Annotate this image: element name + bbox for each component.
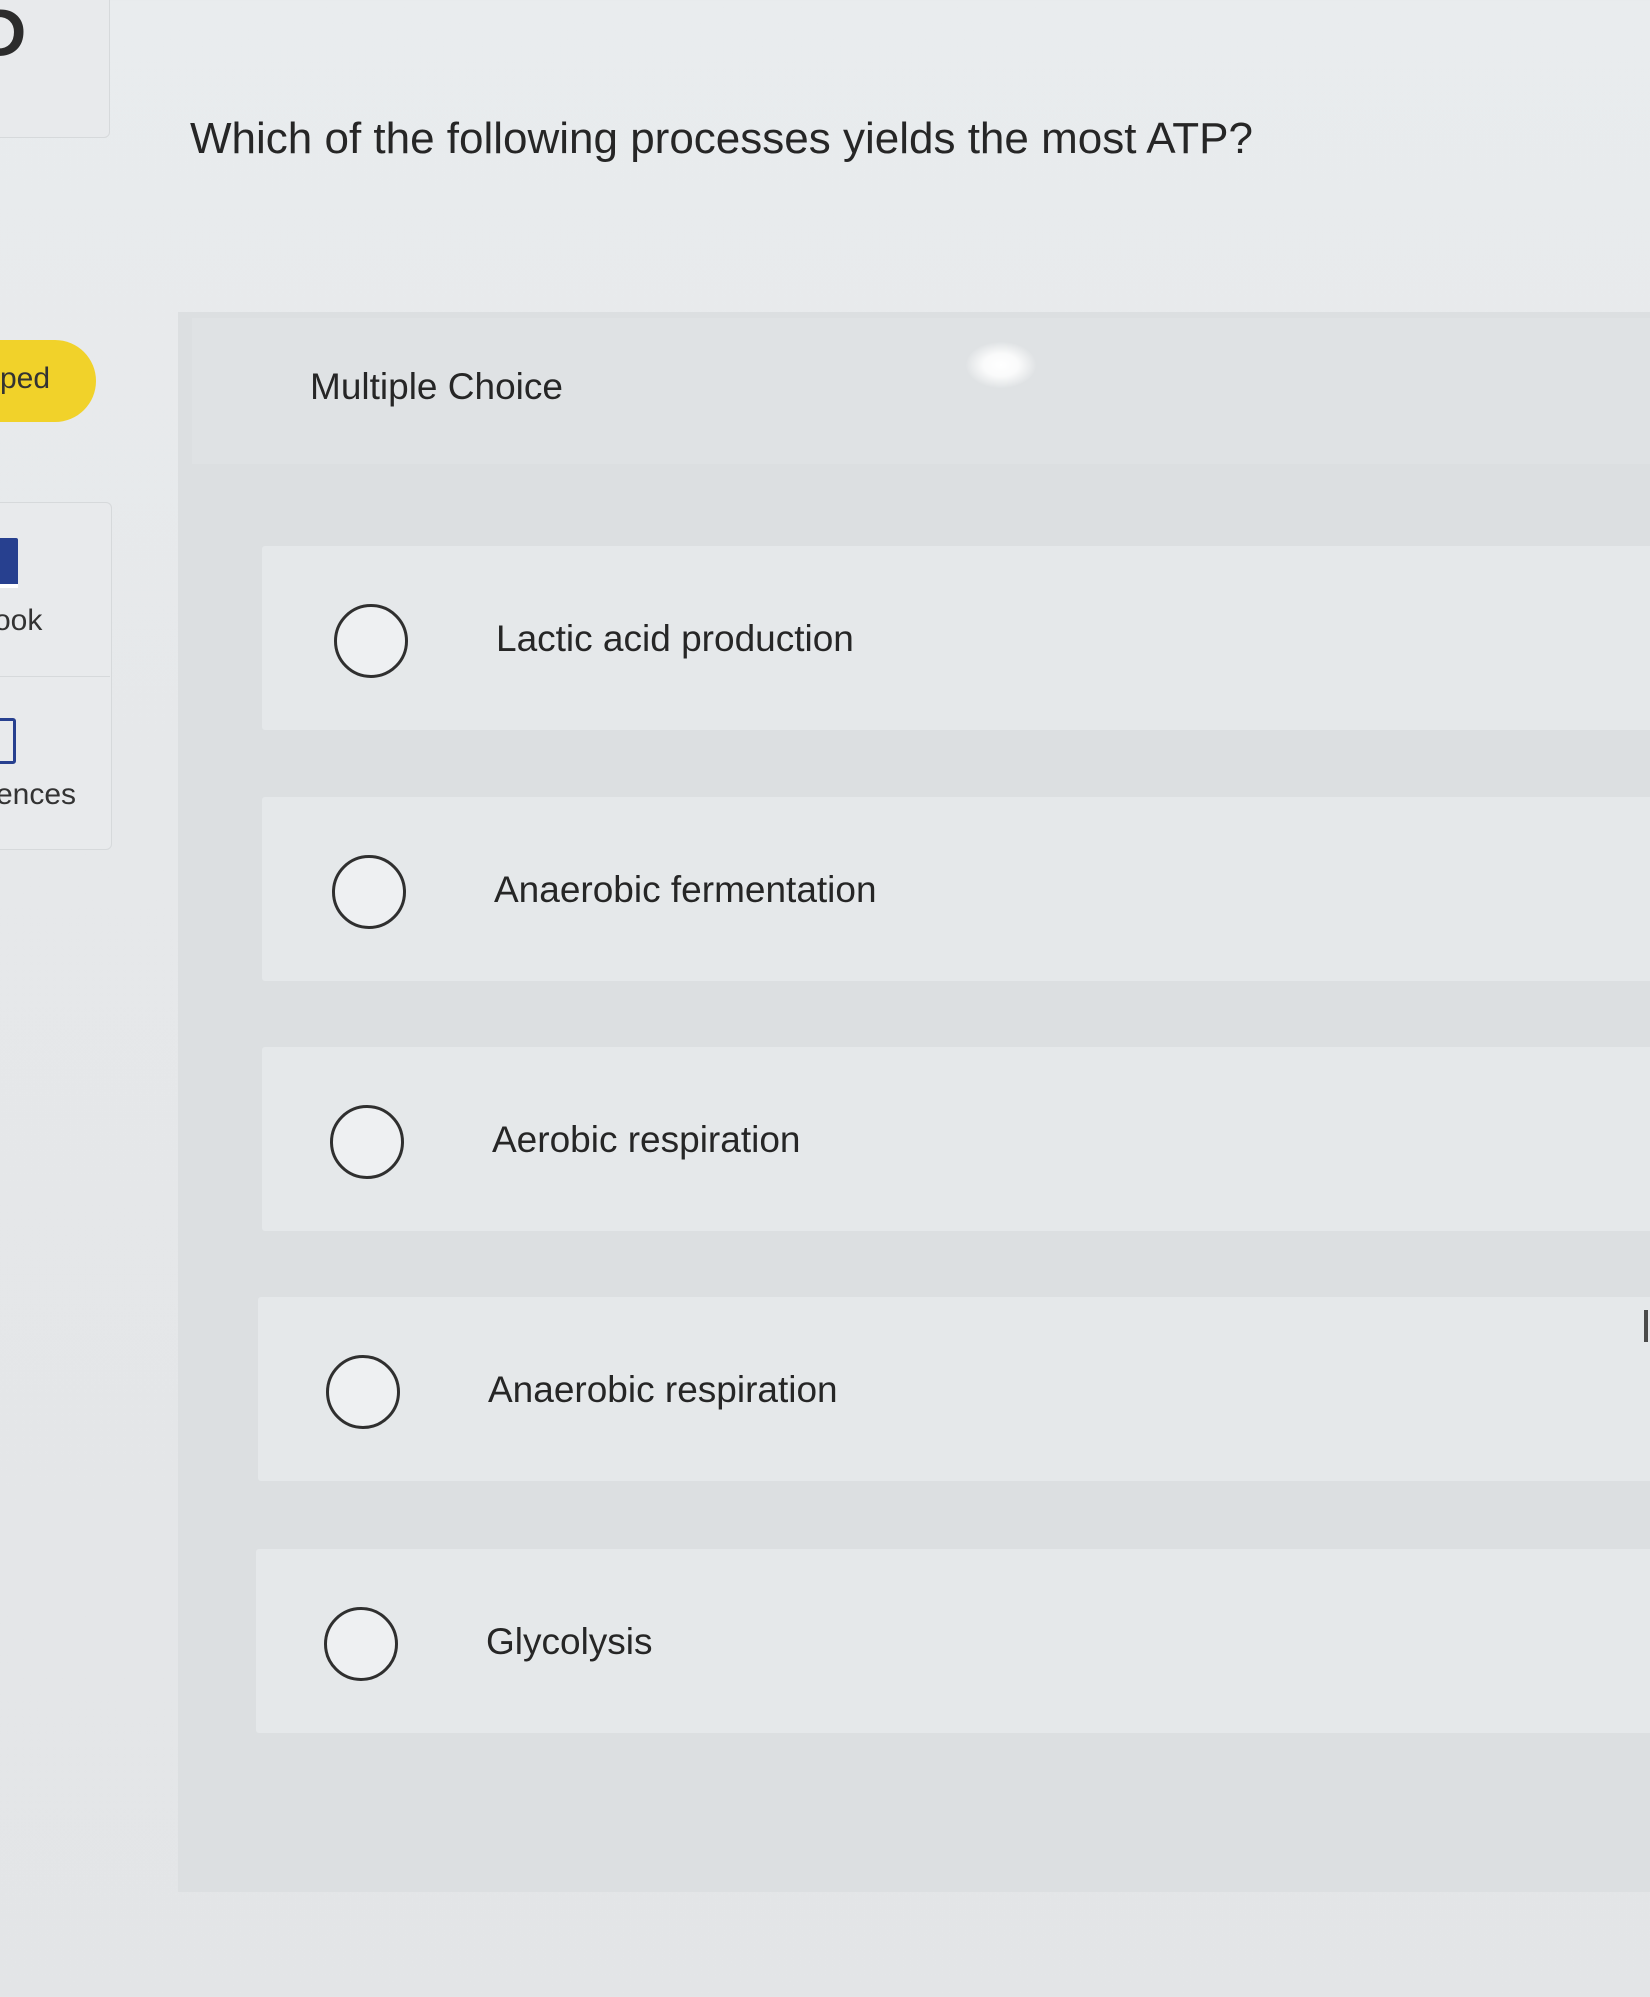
answer-option-label[interactable]: Anaerobic fermentation [494,869,877,911]
references-button-label[interactable]: ences [0,778,76,812]
answer-option[interactable]: Anaerobic fermentation [262,797,1650,981]
answer-option[interactable]: Glycolysis [256,1549,1650,1733]
answer-option-label[interactable]: Anaerobic respiration [488,1369,838,1411]
answer-option-label[interactable]: Aerobic respiration [492,1119,800,1161]
screen-glare [966,342,1036,388]
answer-option[interactable]: Lactic acid production [262,546,1650,730]
radio-button-icon[interactable] [330,1105,404,1179]
radio-button-icon[interactable] [324,1607,398,1681]
radio-button-icon[interactable] [332,855,406,929]
question-prompt: Which of the following processes yields … [190,114,1254,163]
tools-divider [0,676,110,677]
ebook-button-label[interactable]: ook [0,604,42,638]
radio-button-icon[interactable] [326,1355,400,1429]
answer-option[interactable]: Anaerobic respiration [258,1297,1650,1481]
scrollbar-edge[interactable] [1644,1310,1648,1342]
status-badge-label: ped [0,362,51,395]
ebook-icon[interactable] [0,538,18,588]
question-number: 5 [0,0,28,72]
references-icon[interactable] [0,718,16,764]
radio-button-icon[interactable] [334,604,408,678]
question-type-label: Multiple Choice [310,366,563,407]
answer-option-label[interactable]: Glycolysis [486,1621,653,1663]
answer-option-label[interactable]: Lactic acid production [496,618,854,660]
answer-option[interactable]: Aerobic respiration [262,1047,1650,1231]
